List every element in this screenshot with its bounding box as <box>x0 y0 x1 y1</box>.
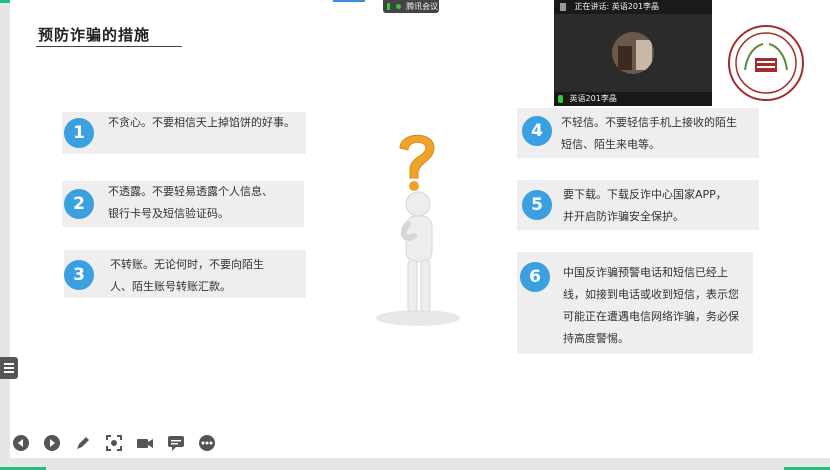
measure-text: 不转账。无论何时，不要向陌生人、陌生账号转账汇款。 <box>110 258 264 293</box>
screenshot-icon[interactable] <box>105 434 123 452</box>
measure-card-4: 4 不轻信。不要轻信手机上接收的陌生短信、陌生来电等。 <box>517 108 759 158</box>
measure-card-6: 6 中国反诈骗预警电话和短信已经上线，如接到电话或收到短信，表示您可能正在遭遇电… <box>517 252 753 354</box>
question-dot <box>409 181 419 191</box>
pen-icon[interactable] <box>74 434 92 452</box>
window-frame-left <box>0 0 10 470</box>
school-logo <box>728 25 804 101</box>
more-icon[interactable] <box>198 434 216 452</box>
question-mark-icon <box>399 134 435 179</box>
camera-icon[interactable] <box>136 434 154 452</box>
figure-head <box>405 191 431 217</box>
next-icon[interactable] <box>43 434 61 452</box>
video-panel[interactable]: 正在讲话: 英语201李晶 英语201李晶 <box>554 0 712 106</box>
list-icon <box>4 363 14 373</box>
number-badge: 3 <box>64 260 94 290</box>
number-badge: 1 <box>64 118 94 148</box>
measure-card-5: 5 要下载。下载反诈中心国家APP，并开启防诈骗安全保护。 <box>517 180 759 230</box>
measure-text: 不贪心。不要相信天上掉馅饼的好事。 <box>108 116 295 129</box>
window-frame-bottom <box>0 458 830 470</box>
meeting-app-label: 腾讯会议 <box>406 2 439 11</box>
speaker-icon <box>560 2 566 11</box>
measure-card-3: 3 不转账。无论何时，不要向陌生人、陌生账号转账汇款。 <box>64 250 306 298</box>
side-menu-handle[interactable] <box>0 357 18 379</box>
title-underline <box>36 46 182 47</box>
speaker-bar: 正在讲话: 英语201李晶 <box>554 0 712 14</box>
measure-card-2: 2 不透露。不要轻易透露个人信息、银行卡号及短信验证码。 <box>62 181 304 227</box>
measure-text: 中国反诈骗预警电话和短信已经上线，如接到电话或收到短信，表示您可能正在遭遇电信网… <box>563 266 739 345</box>
prev-icon[interactable] <box>12 434 30 452</box>
thinking-figure-illustration <box>376 134 460 326</box>
measure-text: 不轻信。不要轻信手机上接收的陌生短信、陌生来电等。 <box>561 116 737 151</box>
measure-text: 不透露。不要轻易透露个人信息、银行卡号及短信验证码。 <box>108 185 273 220</box>
mic-icon <box>558 94 563 103</box>
participant-name: 英语201李晶 <box>569 94 617 103</box>
figure-leg-left <box>407 259 418 313</box>
comment-icon[interactable] <box>167 434 185 452</box>
figure-shadow <box>376 310 460 326</box>
speaking-label: 正在讲话: 英语201李晶 <box>574 2 660 11</box>
measure-text: 要下载。下载反诈中心国家APP，并开启防诈骗安全保护。 <box>563 188 727 223</box>
figure-leg-right <box>420 259 431 313</box>
top-indicator <box>333 0 365 2</box>
status-dot-icon <box>395 4 401 9</box>
slide-title: 预防诈骗的措施 <box>38 26 151 44</box>
meeting-app-tag[interactable]: 腾讯会议 <box>383 0 439 13</box>
number-badge: 6 <box>520 262 550 292</box>
number-badge: 2 <box>64 189 94 219</box>
signal-icon <box>387 3 390 10</box>
participant-avatar <box>612 32 654 74</box>
measure-card-1: 1 不贪心。不要相信天上掉馅饼的好事。 <box>62 112 306 154</box>
number-badge: 4 <box>522 116 552 146</box>
participant-name-bar: 英语201李晶 <box>554 92 712 106</box>
number-badge: 5 <box>522 190 552 220</box>
